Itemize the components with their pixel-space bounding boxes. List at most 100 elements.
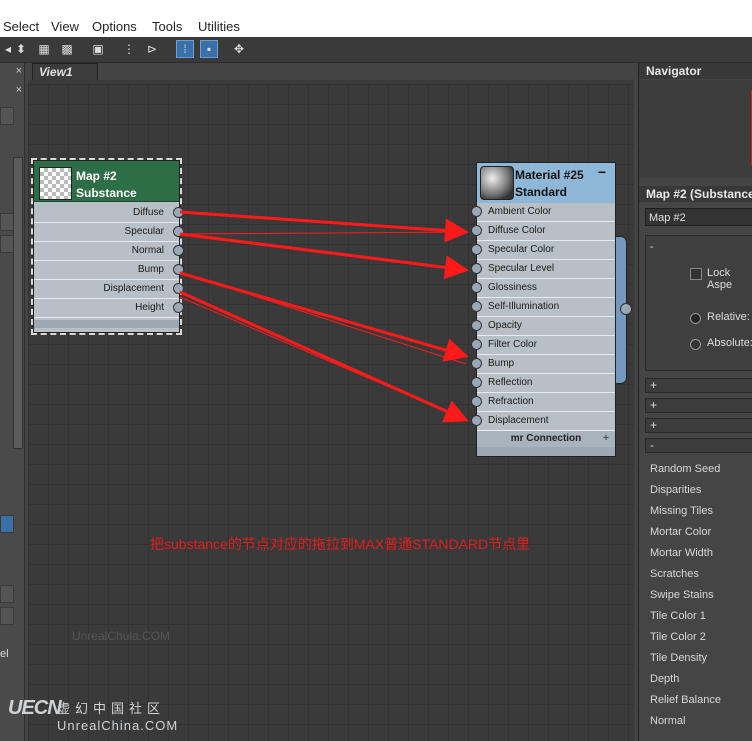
menu-tools[interactable]: Tools — [152, 19, 182, 34]
material-input-slot[interactable]: Opacity — [471, 317, 615, 336]
material-input-slot[interactable]: Diffuse Color — [471, 222, 615, 241]
material-input-slot[interactable]: Specular Color — [471, 241, 615, 260]
param-label: Depth — [650, 673, 680, 685]
menu-utilities[interactable]: Utilities — [198, 19, 240, 34]
scrollbar[interactable] — [13, 157, 23, 449]
list-item[interactable] — [0, 107, 14, 125]
material-input-slot[interactable]: Ambient Color — [471, 203, 615, 222]
param-label: Missing Tiles — [650, 505, 713, 517]
map-node-title: Map #2 — [76, 169, 117, 183]
map-output-slot[interactable]: Specular — [34, 223, 184, 242]
material-input-slot[interactable]: Reflection — [471, 374, 615, 393]
map-node-header[interactable]: Map #2 Substance — [34, 161, 179, 202]
input-socket[interactable] — [471, 377, 482, 388]
material-node-title: Material #25 — [515, 168, 584, 182]
rollout-expanded[interactable]: - — [645, 438, 752, 453]
input-socket[interactable] — [471, 263, 482, 274]
map-output-label: Normal — [131, 245, 164, 256]
menu-options[interactable]: Options — [92, 19, 137, 34]
sample-icon[interactable]: ✥ — [231, 41, 247, 57]
output-socket[interactable] — [173, 302, 184, 313]
output-socket[interactable] — [173, 226, 184, 237]
param-label: Scratches — [650, 568, 699, 580]
list-item[interactable] — [0, 213, 14, 231]
close-icon[interactable]: × — [16, 65, 22, 77]
material-node-footer — [477, 447, 615, 456]
material-input-slot[interactable]: Specular Level — [471, 260, 615, 279]
map-node-substance[interactable]: Map #2 Substance Diffuse Specular Normal Bu… — [31, 158, 184, 335]
pick-icon[interactable]: ⬍ — [13, 41, 29, 57]
input-socket[interactable] — [471, 282, 482, 293]
relative-radio[interactable] — [690, 313, 701, 324]
list-item[interactable] — [0, 235, 14, 253]
input-socket[interactable] — [471, 415, 482, 426]
lock-aspect-checkbox[interactable] — [690, 268, 702, 280]
param-label: Relief Balance — [650, 694, 721, 706]
material-output-socket[interactable] — [620, 303, 632, 315]
list-item[interactable] — [0, 607, 14, 625]
material-input-slot[interactable]: Refraction — [471, 393, 615, 412]
material-input-slot[interactable]: Self-Illumination — [471, 298, 615, 317]
input-socket[interactable] — [471, 320, 482, 331]
tab-view1[interactable]: View1 — [32, 63, 98, 80]
menu-view[interactable]: View — [51, 19, 79, 34]
input-socket[interactable] — [471, 396, 482, 407]
material-sphere-icon — [480, 166, 514, 200]
map-output-slot[interactable]: Displacement — [34, 280, 184, 299]
param-label: Tile Density — [650, 652, 708, 664]
expand-icon[interactable]: + — [603, 431, 609, 447]
output-socket[interactable] — [173, 207, 184, 218]
rollout-toggle[interactable]: - — [650, 241, 654, 253]
param-label: Normal — [650, 715, 686, 727]
nav-icon[interactable]: ⋮ — [121, 41, 137, 57]
checker-icon[interactable]: ▩ — [59, 41, 75, 57]
hierarchy-icon[interactable]: ⊳ — [144, 41, 160, 57]
material-input-label: Specular Color — [488, 244, 555, 255]
map-output-slot[interactable]: Height — [34, 299, 184, 318]
list-item[interactable] — [0, 585, 14, 603]
absolute-radio[interactable] — [690, 339, 701, 350]
input-socket[interactable] — [471, 339, 482, 350]
material-input-slot[interactable]: Bump — [471, 355, 615, 374]
navigator-view[interactable] — [639, 80, 752, 178]
show-all-icon[interactable]: ⁞ — [176, 40, 194, 58]
material-node-header[interactable]: Material #25 Standard − — [477, 163, 615, 203]
map-output-slot[interactable]: Normal — [34, 242, 184, 261]
input-socket[interactable] — [471, 225, 482, 236]
rollout-collapsed[interactable]: + — [645, 418, 752, 433]
map-node-footer — [34, 320, 179, 328]
param-label: Mortar Color — [650, 526, 712, 538]
material-input-slot[interactable]: Glossiness — [471, 279, 615, 298]
map-output-slot[interactable]: Bump — [34, 261, 184, 280]
annotation-text: 把substance的节点对应的拖拉到MAX普通STANDARD节点里 — [150, 536, 531, 552]
rollout-collapsed[interactable]: + — [645, 378, 752, 393]
output-socket[interactable] — [173, 245, 184, 256]
list-item-selected[interactable] — [0, 515, 14, 533]
input-socket[interactable] — [471, 206, 482, 217]
input-socket[interactable] — [471, 301, 482, 312]
watermark-cn: 虚幻中国社区 — [57, 701, 166, 716]
material-input-label: Bump — [488, 358, 515, 369]
material-input-slot[interactable]: Displacement — [471, 412, 615, 431]
rollout-collapsed[interactable]: + — [645, 398, 752, 413]
material-input-slot[interactable]: Filter Color — [471, 336, 615, 355]
map-output-slot[interactable]: Diffuse — [34, 204, 184, 223]
close-icon[interactable]: × — [16, 84, 22, 96]
name-field[interactable]: Map #2 — [645, 208, 752, 226]
material-input-label: Diffuse Color — [488, 225, 546, 236]
panel-label: el — [0, 648, 9, 660]
input-socket[interactable] — [471, 244, 482, 255]
output-socket[interactable] — [173, 264, 184, 275]
input-socket[interactable] — [471, 358, 482, 369]
material-input-label: Reflection — [488, 377, 533, 388]
toggle-icon[interactable]: ▪ — [200, 40, 218, 58]
layout-icon[interactable]: ▣ — [90, 41, 106, 57]
material-node-standard[interactable]: Material #25 Standard − Ambient Color Dif… — [471, 163, 615, 456]
mr-connection-row[interactable]: mr Connection + — [477, 431, 615, 447]
output-socket[interactable] — [173, 283, 184, 294]
material-map-icon[interactable]: ▦ — [36, 41, 52, 57]
param-label: Mortar Width — [650, 547, 713, 559]
lock-aspect-label: Lock Aspe — [707, 267, 733, 291]
menu-select[interactable]: Select — [3, 19, 39, 34]
collapse-icon[interactable]: − — [598, 164, 606, 180]
